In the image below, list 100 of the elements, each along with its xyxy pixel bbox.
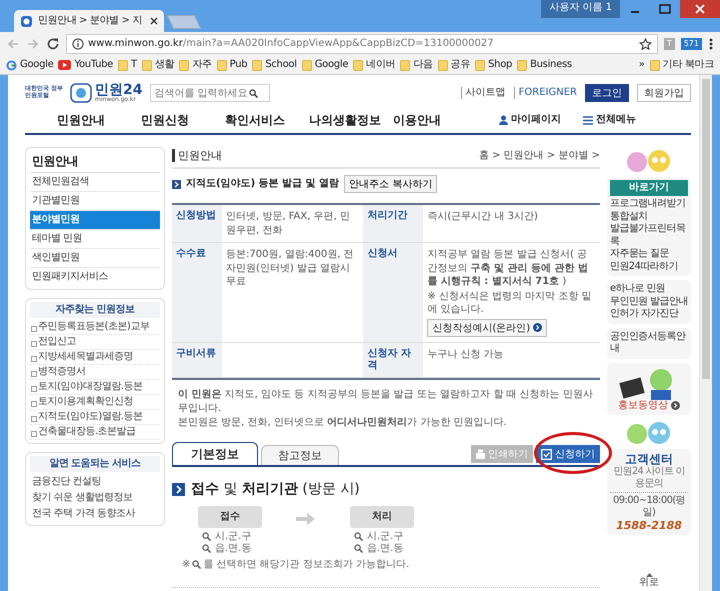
section-title: 민원안내	[172, 149, 222, 162]
scrollbar-thumb[interactable]	[702, 79, 710, 379]
reload-icon[interactable]	[46, 37, 60, 51]
bookmark-item[interactable]: Pub	[216, 59, 248, 71]
bookmark-item[interactable]: YouTube	[58, 59, 114, 71]
frequent-link[interactable]: 건축물대장등.초본발급	[30, 425, 160, 440]
office-link[interactable]: 읍.면.동	[350, 542, 414, 555]
panel-heading: 알면 도움되는 서비스	[30, 456, 160, 472]
quick-link[interactable]: 인허가 자가진단	[610, 308, 688, 320]
bookmark-item[interactable]: 기타 북마크	[650, 59, 714, 71]
bookmark-item[interactable]: 생활	[142, 59, 174, 71]
quick-link[interactable]: 발급불가프린터목록	[610, 223, 688, 248]
table-header-cell: 처리기간	[363, 205, 424, 244]
play-icon	[58, 60, 72, 70]
nav-menu-item[interactable]: 민원신청	[141, 112, 225, 128]
sidebar-item[interactable]: 색인별민원	[30, 249, 160, 268]
apply-button[interactable]: 신청하기	[536, 445, 600, 464]
service-link[interactable]: 찾기 쉬운 생활법령정보	[30, 490, 160, 506]
quick-link[interactable]: 프로그램내려받기	[610, 198, 688, 210]
user-profile-button[interactable]: 사용자 이름 1	[541, 0, 620, 18]
quick-link[interactable]: 통합설치	[610, 210, 688, 223]
service-link[interactable]: 금융진단 컨설팅	[30, 474, 160, 490]
frequent-link[interactable]: 병적증명서	[30, 365, 160, 380]
table-header-cell: 구비서류	[172, 342, 222, 378]
breadcrumb: 홈 > 민원안내 > 분야별 >	[478, 150, 600, 162]
center-subtitle: 민원24 사이트 이용문의	[612, 466, 686, 490]
site-logo-icon	[20, 14, 33, 28]
nav-menu-item[interactable]: 민원안내	[57, 112, 141, 128]
sidebar-item[interactable]: 민원패키지서비스	[30, 268, 160, 286]
bookmark-item[interactable]: Business	[517, 59, 572, 71]
folder-icon	[400, 60, 410, 70]
bookmark-item[interactable]: 공유	[438, 59, 470, 71]
frequent-link[interactable]: 지방세세목별과세증명	[30, 350, 160, 366]
signup-button[interactable]: 회원가입	[637, 84, 691, 102]
more-bookmarks-button[interactable]: »	[638, 59, 645, 71]
bullet-icon	[172, 180, 181, 189]
frequent-link[interactable]: 토지(임야)대장열람.등본	[30, 380, 160, 396]
nav-menu-item[interactable]: 이용안내	[393, 112, 477, 128]
office-link[interactable]: 읍.면.동	[198, 542, 262, 555]
frequent-link[interactable]: 주민등록표등본(초본)교부	[30, 320, 160, 336]
bookmark-item[interactable]: School	[252, 59, 297, 71]
example-button[interactable]: 신청작성예시(온라인)	[427, 318, 548, 337]
bookmark-item[interactable]: 다음	[400, 59, 433, 71]
search-icon[interactable]	[249, 88, 258, 98]
menu-icon[interactable]	[708, 37, 714, 51]
sidebar-item[interactable]: 전체민원검색	[30, 173, 160, 192]
quick-link[interactable]: e하나로 민원	[610, 283, 688, 296]
tab[interactable]: 기본정보	[172, 442, 258, 466]
address-bar[interactable]: www.minwon.go.kr/main?a=AA020InfoCappViewApp&CappBizCD=13100000027	[66, 34, 658, 54]
sidebar-item[interactable]: 분야별민원	[30, 211, 160, 230]
scrollbar[interactable]	[699, 75, 712, 591]
frequent-link[interactable]: 토지이용계획확인신청	[30, 395, 160, 410]
video-link[interactable]: 홍보동영상	[618, 400, 680, 412]
quick-link[interactable]: 자주묻는 질문	[610, 248, 688, 260]
bookmark-item[interactable]: Google	[6, 59, 54, 71]
caret-icon	[646, 573, 652, 577]
nav-menu-item[interactable]: 나의생활정보	[309, 112, 393, 128]
nav-menu-item[interactable]: 확인서비스	[225, 112, 309, 128]
info-icon	[72, 38, 84, 50]
url-path: /main?a=AA020InfoCappViewApp&CappBizCD=13100000027	[182, 38, 494, 50]
header-link[interactable]: FOREIGNER	[514, 87, 577, 99]
bookmark-item[interactable]: Google	[302, 59, 348, 71]
cell-text: 인터넷, 방문, FAX, 우편, 민원우편, 전화	[226, 211, 350, 236]
table-header-cell: 신청방법	[172, 205, 222, 244]
my-page-link[interactable]: 마이페이지	[499, 114, 561, 126]
search-field[interactable]: 검색어를 입력하세요	[150, 84, 270, 102]
header-link[interactable]: 사이트맵	[460, 87, 506, 99]
panel-heading: 자주찾는 민원정보	[30, 302, 160, 318]
tab[interactable]: 참고정보	[261, 444, 339, 466]
search-icon	[354, 532, 363, 542]
quick-link[interactable]: 공인인증서등록안내	[610, 330, 688, 356]
search-icon	[202, 544, 211, 554]
extension-button[interactable]: 571	[680, 38, 702, 50]
center-title: 고객센터	[624, 452, 673, 466]
bookmark-item[interactable]: T	[118, 59, 137, 71]
folder-icon	[302, 60, 312, 70]
arrow-circle-icon	[533, 323, 542, 332]
login-button[interactable]: 로그인	[585, 84, 629, 102]
back-to-top-link[interactable]: 위로	[639, 573, 659, 589]
table-header-cell: 신청서	[363, 243, 424, 343]
service-link[interactable]: 전국 주택 가격 동향조사	[30, 506, 160, 522]
quick-link[interactable]: 무인민원 발급안내	[610, 296, 688, 308]
sidebar-item[interactable]: 테마별 민원	[30, 230, 160, 250]
folder-icon	[475, 60, 486, 70]
close-window-icon[interactable]	[680, 0, 720, 18]
copy-url-button[interactable]: 안내주소 복사하기	[344, 175, 438, 194]
phone-number: 1588-2188	[615, 518, 683, 532]
office-link[interactable]: 시.군.구	[198, 530, 262, 543]
frequent-link[interactable]: 지적도(임야도)열람.등본	[30, 410, 160, 426]
bookmark-item[interactable]: 자주	[179, 59, 212, 71]
logo-text: 민원24	[95, 83, 142, 97]
browser-tab[interactable]: 민원안내 > 분야별 > 지	[14, 10, 164, 32]
close-icon[interactable]	[150, 17, 158, 25]
office-link[interactable]: 시.군.구	[350, 530, 414, 543]
frequent-link[interactable]: 전입신고	[30, 335, 160, 350]
all-menu-link[interactable]: 전체메뉴	[583, 114, 636, 126]
bookmark-item[interactable]: Shop	[475, 59, 512, 71]
star-icon[interactable]	[638, 38, 652, 50]
bookmark-item[interactable]: 네이버	[353, 59, 396, 71]
quick-link[interactable]: 민원24따라하기	[610, 260, 688, 273]
